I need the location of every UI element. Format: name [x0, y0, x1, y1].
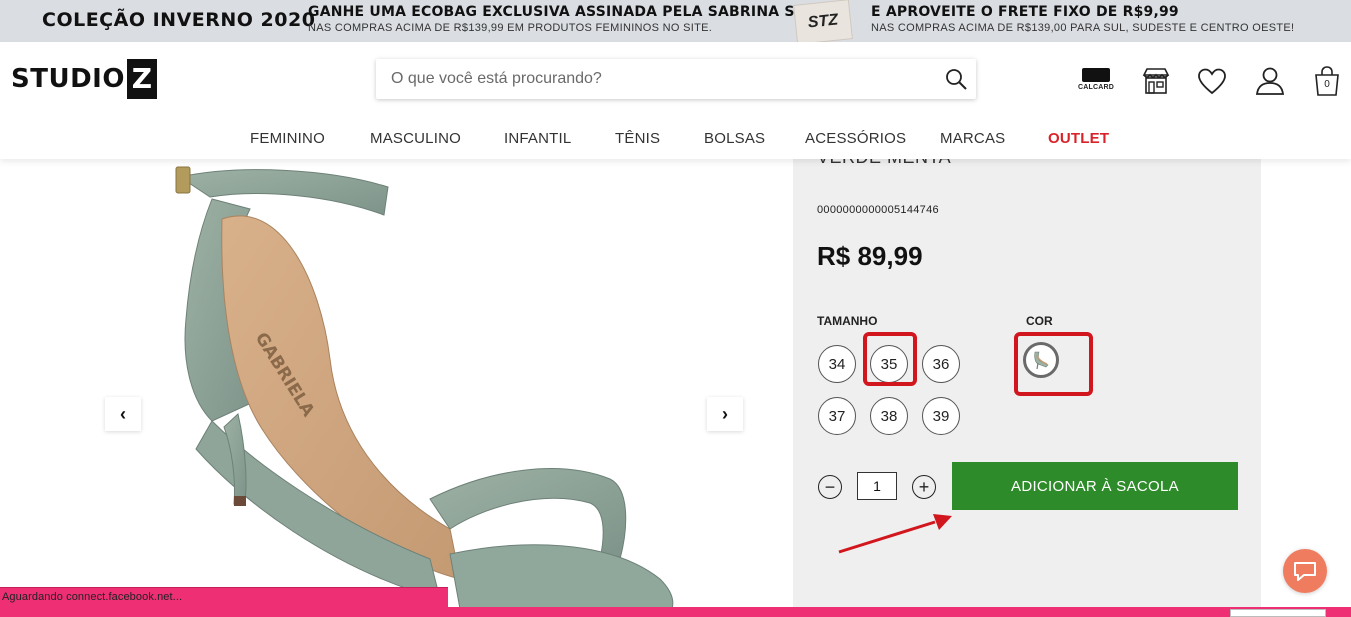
shipping-offer-subtitle: NAS COMPRAS ACIMA DE R$139,00 PARA SUL, … — [871, 22, 1295, 34]
store-icon[interactable] — [1140, 65, 1172, 97]
size-option-37[interactable]: 37 — [818, 397, 856, 435]
browser-status-bar: Aguardando connect.facebook.net... — [0, 587, 448, 607]
nav-marcas[interactable]: MARCAS — [940, 130, 1005, 147]
calcard-card-shape — [1082, 68, 1110, 82]
size-option-36[interactable]: 36 — [922, 345, 960, 383]
nav-infantil[interactable]: INFANTIL — [504, 130, 571, 147]
nav-feminino[interactable]: FEMININO — [250, 130, 325, 147]
site-header: STUDIO Z CALCARD 0 FEMININO MASCU — [0, 42, 1351, 159]
calcard-icon[interactable]: CALCARD — [1078, 68, 1114, 91]
size-option-39[interactable]: 39 — [922, 397, 960, 435]
quantity-decrease-button[interactable]: − — [818, 475, 842, 499]
gallery-next-button[interactable]: › — [707, 397, 743, 431]
ecobag-offer: GANHE UMA ECOBAG EXCLUSIVA ASSINADA PELA… — [308, 5, 826, 34]
shopping-bag-button[interactable]: 0 — [1312, 65, 1342, 97]
size-option-34[interactable]: 34 — [818, 345, 856, 383]
sandal-image: GABRIELA — [175, 166, 674, 609]
size-label: TAMANHO — [817, 314, 878, 328]
nav-masculino[interactable]: MASCULINO — [370, 130, 461, 147]
product-price: R$ 89,99 — [817, 241, 923, 271]
size-option-38[interactable]: 38 — [870, 397, 908, 435]
calcard-label: CALCARD — [1078, 84, 1115, 91]
chat-button[interactable] — [1283, 549, 1327, 593]
nav-tenis[interactable]: TÊNIS — [615, 130, 660, 147]
logo-mark: Z — [126, 59, 157, 99]
studio-z-logo[interactable]: STUDIO Z — [11, 59, 157, 99]
quantity-input[interactable] — [857, 472, 897, 500]
quantity-increase-button[interactable]: + — [912, 475, 936, 499]
search-bar — [376, 59, 976, 99]
gallery-prev-button[interactable]: ‹ — [105, 397, 141, 431]
shipping-offer-title: E APROVEITE O FRETE FIXO DE R$9,99 — [871, 4, 1179, 20]
search-icon[interactable] — [944, 67, 968, 91]
red-annotation-arrow — [838, 514, 952, 554]
main-nav: FEMININO MASCULINO INFANTIL TÊNIS BOLSAS… — [0, 130, 1351, 152]
bottom-bar-segment — [1230, 609, 1326, 617]
product-gallery: GABRIELA — [0, 159, 793, 609]
logo-text: STUDIO — [11, 64, 125, 94]
heart-icon[interactable] — [1196, 66, 1228, 98]
add-to-bag-button[interactable]: ADICIONAR À SACOLA — [952, 462, 1238, 510]
collection-title: COLEÇÃO INVERNO 2020 — [42, 9, 316, 31]
ecobag-image: STZ — [793, 0, 853, 45]
product-sku: 0000000000005144746 — [817, 204, 939, 216]
ecobag-offer-subtitle: NAS COMPRAS ACIMA DE R$139,99 EM PRODUTO… — [308, 22, 713, 34]
status-text: Aguardando connect.facebook.net... — [2, 591, 183, 603]
search-input[interactable] — [376, 59, 916, 99]
selected-size-highlight — [863, 332, 917, 386]
nav-bolsas[interactable]: BOLSAS — [704, 130, 765, 147]
bottom-bar — [0, 607, 1351, 617]
selected-color-highlight — [1014, 332, 1093, 396]
nav-acessorios[interactable]: ACESSÓRIOS — [805, 130, 906, 147]
color-label: COR — [1026, 314, 1053, 328]
cart-count: 0 — [1324, 79, 1330, 90]
shipping-offer: E APROVEITE O FRETE FIXO DE R$9,99 NAS C… — [871, 5, 1294, 34]
chat-icon — [1294, 562, 1316, 581]
nav-outlet[interactable]: OUTLET — [1048, 130, 1109, 147]
promo-banner[interactable]: COLEÇÃO INVERNO 2020 GANHE UMA ECOBAG EX… — [0, 0, 1351, 45]
user-icon[interactable] — [1254, 65, 1286, 97]
ecobag-offer-title: GANHE UMA ECOBAG EXCLUSIVA ASSINADA PELA… — [308, 4, 827, 20]
